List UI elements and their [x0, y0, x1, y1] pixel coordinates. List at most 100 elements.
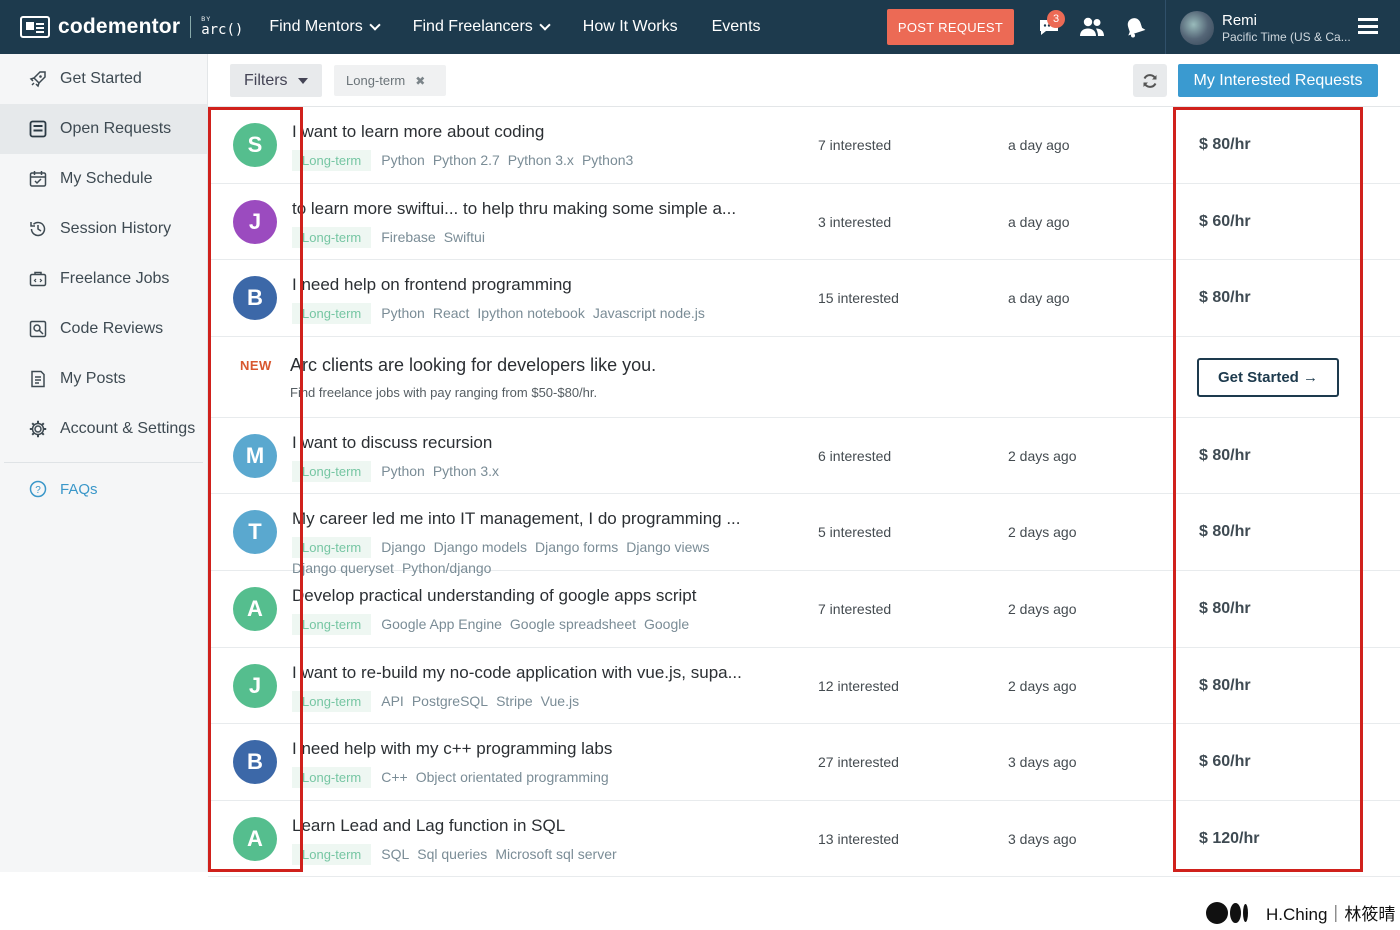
posted-time: 2 days ago: [1008, 524, 1077, 540]
request-title[interactable]: I want to re-build my no-code applicatio…: [292, 663, 742, 683]
tag-list: Long-term Python Python 3.x: [292, 460, 792, 482]
user-name[interactable]: Remi: [1222, 12, 1257, 29]
request-title[interactable]: I want to learn more about coding: [292, 122, 544, 142]
sidebar-item-session-history[interactable]: Session History: [0, 204, 207, 254]
long-term-tag: Long-term: [292, 537, 372, 558]
sidebar-item-my-schedule[interactable]: My Schedule: [0, 154, 207, 204]
refresh-icon: [1143, 73, 1157, 88]
active-filter-chip[interactable]: Long-term ✖: [334, 65, 446, 96]
skill-tag[interactable]: Vue.js: [541, 691, 579, 712]
request-title[interactable]: My career led me into IT management, I d…: [292, 509, 741, 529]
skill-tag[interactable]: Ipython notebook: [477, 303, 584, 324]
nav-item-how-it-works[interactable]: How It Works: [583, 18, 678, 36]
long-term-tag: Long-term: [292, 460, 372, 482]
sidebar-item-account-settings[interactable]: Account & Settings: [0, 404, 207, 454]
filters-dropdown[interactable]: Filters: [230, 64, 322, 97]
help-circle-icon: ?: [28, 479, 48, 499]
avatar-column-highlight: [208, 107, 303, 872]
tag-list: Long-term Python Python 2.7 Python 3.x Pytho…: [292, 150, 792, 171]
sidebar-item-freelance-jobs[interactable]: Freelance Jobs: [0, 254, 207, 304]
skill-tag[interactable]: Microsoft sql server: [495, 844, 616, 865]
tag-list: Long-term SQL Sql queries Microsoft sql ser…: [292, 843, 792, 865]
request-title[interactable]: Develop practical understanding of googl…: [292, 586, 696, 606]
skill-tag[interactable]: Python 3.x: [433, 461, 499, 482]
skill-tag[interactable]: Django models: [434, 537, 527, 558]
codementor-logo-icon: [20, 16, 50, 38]
code-review-icon: [28, 319, 48, 339]
sidebar: Get Started Open Requests My Schedule Sessi…: [0, 54, 208, 872]
interested-count: 27 interested: [818, 754, 899, 770]
skill-tag[interactable]: Python: [381, 150, 425, 171]
skill-tag[interactable]: Google spreadsheet: [510, 614, 636, 635]
request-title[interactable]: to learn more swiftui... to help thru ma…: [292, 199, 736, 219]
bell-icon[interactable]: [1122, 14, 1148, 40]
skill-tag[interactable]: Firebase: [381, 227, 435, 248]
request-title[interactable]: Learn Lead and Lag function in SQL: [292, 816, 565, 836]
logo[interactable]: codementor BY arc(): [20, 15, 243, 39]
skill-tag[interactable]: Javascript node.js: [593, 303, 705, 324]
skill-tag[interactable]: Python3: [582, 150, 633, 171]
post-request-button[interactable]: POST REQUEST: [887, 9, 1014, 45]
rocket-icon: [28, 69, 48, 89]
sidebar-item-label: Session History: [60, 220, 172, 237]
promo-title: Arc clients are looking for developers l…: [290, 354, 657, 375]
skill-tag[interactable]: Python: [381, 461, 425, 482]
skill-tag[interactable]: SQL: [381, 844, 409, 865]
skill-tag[interactable]: React: [433, 303, 470, 324]
tag-list: Long-term C++ Object orientated programmin…: [292, 767, 792, 788]
skill-tag[interactable]: Django views: [626, 537, 709, 558]
users-icon[interactable]: [1079, 14, 1105, 40]
nav-item-find-mentors[interactable]: Find Mentors: [269, 18, 381, 36]
sidebar-item-label: Code Reviews: [60, 320, 164, 337]
sidebar-item-my-posts[interactable]: My Posts: [0, 354, 207, 404]
nav-item-events[interactable]: Events: [712, 18, 761, 36]
nav-item-label: Find Mentors: [269, 18, 363, 35]
skill-tag[interactable]: Stripe: [496, 691, 533, 712]
sidebar-item-label: My Schedule: [60, 170, 153, 187]
user-avatar[interactable]: [1180, 11, 1214, 45]
request-title[interactable]: I want to discuss recursion: [292, 433, 492, 453]
logo-divider: [190, 16, 192, 38]
skill-tag[interactable]: PostgreSQL: [412, 691, 488, 712]
skill-tag[interactable]: Object orientated programming: [416, 767, 609, 788]
calendar-icon: [28, 169, 48, 189]
skill-tag[interactable]: Sql queries: [417, 844, 487, 865]
long-term-tag: Long-term: [292, 767, 372, 788]
skill-tag[interactable]: Django forms: [535, 537, 618, 558]
skill-tag[interactable]: Google: [644, 614, 689, 635]
skill-tag[interactable]: Swiftui: [444, 227, 485, 248]
skill-tag[interactable]: Django: [381, 537, 425, 558]
document-icon: [28, 369, 48, 389]
medium-logo-icon: [1206, 901, 1248, 924]
posted-time: a day ago: [1008, 137, 1070, 153]
refresh-button[interactable]: [1133, 64, 1167, 97]
my-interested-requests-button[interactable]: My Interested Requests: [1178, 64, 1378, 97]
skill-tag[interactable]: C++: [381, 767, 407, 788]
messages-count-badge: 3: [1047, 10, 1065, 28]
caret-down-icon: [297, 77, 308, 84]
long-term-tag: Long-term: [292, 843, 372, 865]
sidebar-item-code-reviews[interactable]: Code Reviews: [0, 304, 207, 354]
sidebar-item-label: Open Requests: [60, 120, 172, 137]
main-nav: Find Mentors Find Freelancers How It Works…: [269, 18, 794, 36]
skill-tag[interactable]: Google App Engine: [381, 614, 502, 635]
sidebar-item-get-started[interactable]: Get Started: [0, 54, 207, 104]
menu-icon[interactable]: [1358, 18, 1378, 34]
request-title[interactable]: I need help on frontend programming: [292, 275, 572, 295]
gear-icon: [28, 419, 48, 439]
skill-tag[interactable]: Python: [381, 303, 425, 324]
arc-logo: BY arc(): [201, 17, 243, 37]
skill-tag[interactable]: API: [381, 691, 404, 712]
interested-count: 12 interested: [818, 677, 899, 694]
sidebar-divider: [4, 462, 203, 463]
sidebar-item-open-requests[interactable]: Open Requests: [0, 104, 207, 154]
close-icon[interactable]: ✖: [415, 74, 425, 88]
skill-tag[interactable]: Python 2.7: [433, 150, 500, 171]
sidebar-item-label: My Posts: [60, 370, 126, 387]
nav-item-find-freelancers[interactable]: Find Freelancers: [413, 18, 551, 36]
skill-tag[interactable]: Python 3.x: [508, 150, 574, 171]
request-title[interactable]: I need help with my c++ programming labs: [292, 739, 612, 759]
sidebar-item-faqs[interactable]: ? FAQs: [0, 471, 207, 507]
posted-time: 3 days ago: [1008, 830, 1077, 847]
promo-subtitle: Find freelance jobs with pay ranging fro…: [290, 384, 598, 400]
